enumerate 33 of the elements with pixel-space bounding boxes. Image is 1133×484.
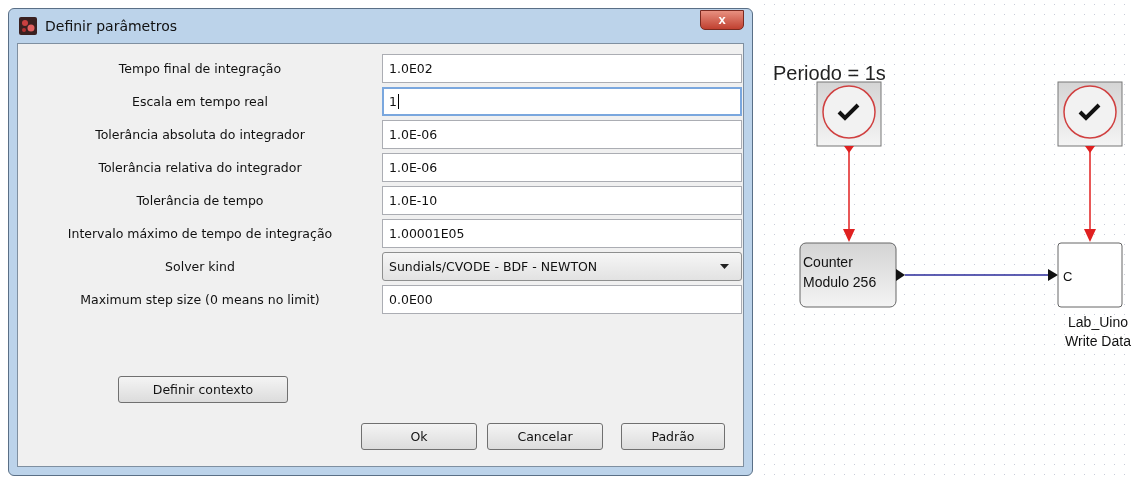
define-context-button[interactable]: Definir contexto [118,376,288,403]
dialog-button[interactable]: Cancelar [487,423,603,450]
counter-block[interactable] [799,242,897,308]
input-field[interactable]: 1.0E-06 [382,120,742,149]
clock-block[interactable] [816,81,882,147]
field-label: Intervalo máximo de tempo de integração [66,226,334,241]
period-annotation: Periodo = 1s [773,62,886,84]
field-label: Maximum step size (0 means no limit) [79,292,321,307]
field-label: Tempo final de integração [117,61,283,76]
input-field[interactable]: 1.00001E05 [382,219,742,248]
field-label: Tolerância absoluta do integrador [94,127,306,142]
field-label: Solver kind [164,259,236,274]
app-icon [19,17,37,35]
close-button[interactable]: x [700,10,744,30]
dialog-button[interactable]: Ok [361,423,477,450]
clock-block[interactable] [1057,81,1123,147]
field-label: Escala em tempo real [131,94,269,109]
port-label: C [1063,269,1073,284]
block-caption: Lab_Uino [1068,314,1128,330]
field-label: Tolerância relativa do integrador [97,160,303,175]
input-field[interactable]: 1 [382,87,742,116]
block-caption: Write Data [1065,333,1131,349]
block-label: Modulo 256 [803,274,877,290]
solver-dropdown[interactable]: Sundials/CVODE - BDF - NEWTON [382,252,742,281]
input-field[interactable]: 1.0E-10 [382,186,742,215]
caret-icon [720,264,729,269]
window-title: Definir parâmetros [45,18,179,34]
dialog-button[interactable]: Padrão [621,423,725,450]
input-field[interactable]: 1.0E-06 [382,153,742,182]
input-field[interactable]: 1.0E02 [382,54,742,83]
block-label: Counter [803,254,853,270]
input-field[interactable]: 0.0E00 [382,285,742,314]
field-label: Tolerância de tempo [135,193,265,208]
